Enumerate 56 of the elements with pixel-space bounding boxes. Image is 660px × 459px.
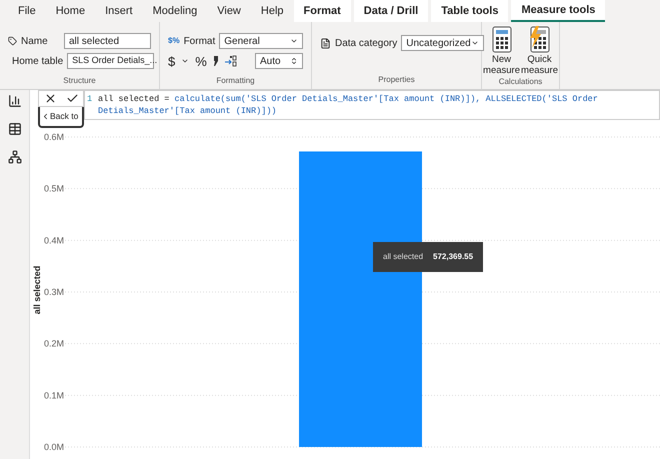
y-tick-label: 0.0M (44, 442, 64, 452)
formula-editor[interactable]: 1 all selected = calculate(sum('SLS Order Detials_Master'[Tax amount (INR)]), ALLSELECTED('SLS Order Detials_Master'[Tax amount (INR)])) (84, 90, 660, 120)
ribbon-tab[interactable]: Help (250, 0, 294, 22)
ribbon-button[interactable]: New measure (484, 26, 520, 76)
chevron-icon (181, 57, 190, 65)
report-view-icon[interactable] (8, 94, 22, 108)
line-number: 1 (86, 93, 94, 106)
data-category-dropdown[interactable]: Uncategorized (401, 35, 484, 51)
table-view-icon[interactable] (8, 122, 22, 136)
model-view-icon[interactable] (8, 150, 22, 164)
ribbon-tab[interactable]: Format (294, 0, 351, 22)
ribbon-tab[interactable]: Modeling (142, 0, 208, 22)
percent-button[interactable]: % (195, 54, 207, 68)
ribbon-button[interactable]: Quick measure (522, 26, 558, 76)
home-table-dropdown[interactable]: SLS Order Detials_... (67, 53, 154, 69)
y-tick-label: 0.4M (44, 235, 64, 246)
y-tick-label: 0.2M (44, 338, 64, 349)
group-label: Structure (62, 75, 97, 87)
data-category-label: Data category (335, 36, 398, 50)
chevron-icon (290, 37, 298, 45)
tooltip-value: 572,369.55 (433, 251, 474, 263)
y-tick-label: 0.1M (44, 390, 64, 400)
name-label: Name (21, 34, 49, 48)
format-dropdown[interactable]: General (219, 33, 303, 49)
y-tick-label: 0.5M (44, 184, 64, 194)
close-icon (44, 92, 56, 105)
ribbon-tab[interactable]: File (8, 0, 46, 22)
group-label: Calculations (498, 76, 544, 88)
home-table-label: Home table (12, 54, 64, 68)
y-axis-title: all selected (32, 266, 42, 314)
group-label: Formatting (215, 75, 256, 87)
ribbon-tab[interactable]: Data / Drill (354, 0, 428, 22)
chevron-left-icon (41, 112, 50, 121)
currency-button[interactable]: $ (168, 54, 176, 68)
ribbon-tab[interactable]: View (207, 0, 251, 22)
ribbon-tab[interactable]: Home (46, 0, 96, 22)
decimals-spinner[interactable]: Auto (255, 53, 303, 69)
ribbon-tab[interactable]: Insert (95, 0, 143, 22)
y-tick-label: 0.6M (44, 132, 64, 142)
tag-icon (8, 35, 17, 47)
back-button[interactable]: Back to (38, 107, 84, 128)
decrease-decimal-icon[interactable] (224, 55, 237, 67)
format-label: Format (184, 34, 216, 48)
spinner-icon (290, 57, 298, 65)
name-field[interactable]: all selected (64, 33, 151, 49)
group-label: Properties (377, 74, 416, 86)
tooltip-label: all selected (383, 251, 424, 263)
chevron-icon (470, 39, 479, 47)
comma-icon[interactable] (212, 56, 219, 66)
dax-formula: all selected = calculate(sum('SLS Order Detials_Master'[Tax amount (INR)]), ALLSELECTED('SLS Order Detials_Master'[Tax amount (INR)])) (97, 93, 599, 118)
ribbon-tab[interactable]: Table tools (431, 0, 508, 22)
data-category-icon (320, 38, 331, 48)
y-tick-label: 0.3M (44, 287, 64, 297)
ribbon-tab[interactable]: Measure tools (511, 0, 606, 22)
format-icon: $% (168, 35, 180, 47)
bar[interactable] (299, 151, 422, 447)
